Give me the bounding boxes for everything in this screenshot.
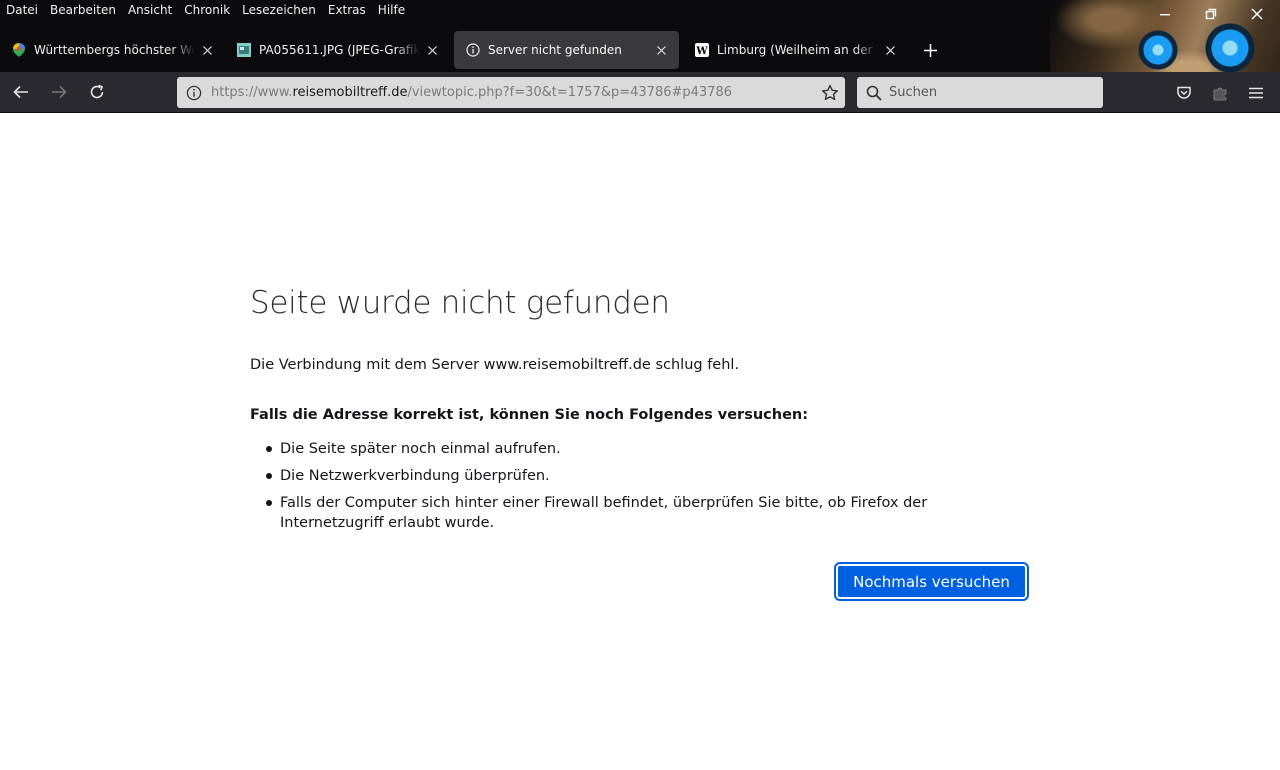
pocket-icon	[1177, 86, 1191, 99]
image-icon	[237, 43, 251, 57]
tab-title: Server nicht gefunden	[488, 43, 622, 57]
close-icon	[1251, 8, 1263, 20]
map-pin-icon	[12, 43, 26, 57]
try-again-button[interactable]: Nochmals versuchen	[834, 562, 1029, 601]
star-icon	[821, 84, 839, 100]
menu-file-label: Datei	[6, 3, 39, 17]
pocket-button[interactable]	[1166, 77, 1202, 109]
wikipedia-icon: W	[695, 43, 709, 57]
restore-button[interactable]	[1188, 0, 1234, 28]
url-host: reisemobiltreff.de	[292, 85, 408, 100]
restore-icon	[1205, 8, 1217, 20]
url-prefix: https://www.	[211, 85, 293, 100]
menu-view-label: Ansicht	[127, 3, 173, 17]
menu-help-label: Hilfe	[377, 3, 406, 17]
window-controls	[1142, 0, 1280, 28]
suggestion-item: Falls der Computer sich hinter einer Fir…	[266, 493, 1030, 533]
error-page: Seite wurde nicht gefunden Die Verbindun…	[250, 113, 1030, 540]
menu-file[interactable]: Datei	[0, 0, 44, 22]
suggestions-heading: Falls die Adresse korrekt ist, können Si…	[250, 407, 809, 423]
app-menu-button[interactable]	[1238, 77, 1274, 109]
menu-view[interactable]: Ansicht	[122, 0, 178, 22]
error-description: Die Verbindung mit dem Server www.reisem…	[250, 357, 740, 373]
search-input[interactable]	[889, 77, 1103, 108]
url-path: /viewtopic.php?f=30&t=1757&p=43786#p4378…	[407, 85, 732, 100]
url-text[interactable]: https://www.reisemobiltreff.de/viewtopic…	[209, 85, 815, 100]
tab-title: Württembergs höchster Weinberg	[34, 43, 195, 57]
svg-text:W: W	[695, 46, 708, 57]
hamburger-menu-icon	[1249, 87, 1263, 98]
info-icon	[466, 43, 480, 57]
close-icon	[202, 45, 212, 55]
minimize-icon	[1160, 14, 1170, 16]
close-icon	[427, 45, 437, 55]
error-title: Seite wurde nicht gefunden	[250, 285, 670, 321]
menu-edit-label: Bearbeiten	[50, 3, 116, 17]
arrow-right-icon	[52, 85, 67, 99]
reload-icon	[90, 84, 104, 99]
tab-close-button[interactable]	[199, 42, 215, 58]
menu-history-label: Chronik	[184, 3, 231, 17]
suggestions-list: Die Seite später noch einmal aufrufen. D…	[266, 439, 1030, 533]
plus-icon	[923, 43, 937, 57]
menu-edit[interactable]: Bearbeiten	[44, 0, 122, 22]
address-bar[interactable]: https://www.reisemobiltreff.de/viewtopic…	[177, 77, 845, 108]
new-tab-button[interactable]	[912, 32, 948, 68]
close-window-button[interactable]	[1234, 0, 1280, 28]
menu-bookmarks-label: Lesezeichen	[242, 3, 316, 17]
close-icon	[885, 45, 895, 55]
menu-history[interactable]: Chronik	[178, 0, 236, 22]
menu-bookmarks[interactable]: Lesezeichen	[236, 0, 322, 22]
suggestion-item: Die Netzwerkverbindung überprüfen.	[266, 466, 1030, 486]
toolbar-right-group	[1166, 72, 1274, 113]
back-button[interactable]	[4, 76, 38, 108]
menu-help[interactable]: Hilfe	[372, 0, 411, 22]
tab-jpeg[interactable]: PA055611.JPG (JPEG-Grafik, 1024	[225, 31, 450, 69]
browser-titlebar: Datei Bearbeiten Ansicht Chronik Lesezei…	[0, 0, 1280, 72]
close-icon	[656, 45, 666, 55]
site-info-button[interactable]	[179, 85, 209, 101]
info-icon	[186, 85, 202, 100]
suggestion-item: Die Seite später noch einmal aufrufen.	[266, 439, 1030, 459]
tab-weinberg[interactable]: Württembergs höchster Weinberg	[0, 31, 225, 69]
search-icon	[859, 85, 889, 101]
menu-tools-label: Extras	[327, 3, 366, 17]
extensions-button[interactable]	[1202, 77, 1238, 109]
tab-close-button[interactable]	[424, 42, 440, 58]
minimize-button[interactable]	[1142, 0, 1188, 28]
bookmark-star-button[interactable]	[815, 84, 845, 102]
menu-tools[interactable]: Extras	[322, 0, 372, 22]
tab-title: Limburg (Weilheim an der Teck)	[717, 43, 878, 57]
tab-close-button[interactable]	[882, 42, 898, 58]
search-bar[interactable]	[857, 77, 1103, 108]
forward-button[interactable]	[42, 76, 76, 108]
tab-server-not-found[interactable]: Server nicht gefunden	[454, 31, 679, 69]
navigation-toolbar: https://www.reisemobiltreff.de/viewtopic…	[0, 72, 1280, 113]
tab-strip: Württembergs höchster Weinberg PA055611.…	[0, 30, 948, 70]
puzzle-icon	[1213, 87, 1227, 100]
reload-button[interactable]	[80, 76, 114, 108]
menubar: Datei Bearbeiten Ansicht Chronik Lesezei…	[0, 0, 411, 22]
tab-limburg[interactable]: W Limburg (Weilheim an der Teck)	[683, 31, 908, 69]
tab-close-button[interactable]	[653, 42, 669, 58]
arrow-left-icon	[13, 85, 28, 99]
tab-title: PA055611.JPG (JPEG-Grafik, 1024	[259, 43, 420, 57]
